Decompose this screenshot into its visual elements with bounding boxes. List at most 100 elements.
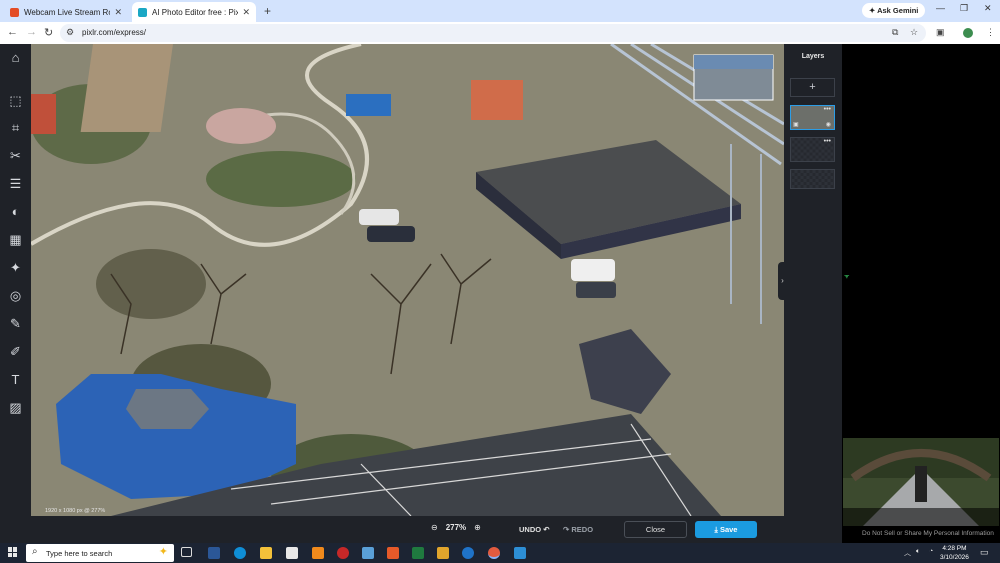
save-icon: ⤓ (714, 525, 718, 534)
red-app-icon[interactable] (337, 547, 349, 559)
crop-tool-icon[interactable]: ⌗ (6, 118, 25, 137)
site-info-icon[interactable]: ⚙ (66, 27, 74, 38)
word-app-icon[interactable] (208, 547, 220, 559)
network-icon[interactable]: ◔ (929, 548, 933, 555)
tool-sidebar: ⌂ ⬚ ⌗ ✂ ☰ ◐ ▦ ✦ ◎ ✎ ✐ T ▨ (0, 44, 31, 543)
vlc-app-icon[interactable] (312, 547, 324, 559)
zoom-out-icon[interactable]: ⊖ (431, 523, 438, 532)
cutout-tool-icon[interactable]: ✂ (6, 146, 25, 165)
browser-tab-strip: Webcam Live Stream Roller Coa ✕ AI Photo… (0, 0, 1000, 22)
layers-title: Layers (801, 53, 825, 60)
back-icon[interactable]: ← (7, 26, 18, 38)
draw-tool-icon[interactable]: ✎ (6, 314, 25, 333)
volume-icon[interactable]: 🔈︎ (916, 548, 920, 556)
chrome-app-icon[interactable] (488, 547, 500, 559)
minimize-button[interactable]: — (936, 3, 945, 13)
file-explorer-icon[interactable] (260, 547, 272, 559)
layer-item[interactable]: ▣ ••• ◉ (790, 105, 835, 130)
close-window-button[interactable]: ✕ (984, 3, 992, 14)
ask-gemini-label: Ask Gemini (877, 6, 919, 15)
effect-tool-icon[interactable]: ▦ (6, 230, 25, 249)
layers-panel: Layers + ▣ ••• ◉ ••• (784, 44, 842, 516)
add-layer-button[interactable]: + (790, 78, 835, 97)
app-icon[interactable] (387, 547, 399, 559)
redo-button[interactable]: ↷ REDO (563, 525, 593, 534)
editor-canvas[interactable]: 1920 x 1080 px @ 277% (31, 44, 784, 516)
adjust-tool-icon[interactable]: ☰ (6, 174, 25, 193)
zoom-in-icon[interactable]: ⊕ (474, 523, 481, 532)
zoom-level: 277% (445, 523, 467, 532)
arrange-tool-icon[interactable]: ⬚ (6, 91, 25, 110)
close-tab-icon[interactable]: ✕ (114, 7, 122, 18)
undo-icon: ↶ (543, 525, 550, 534)
undo-button[interactable]: UNDO ↶ (519, 525, 549, 534)
webcam-photo (31, 44, 784, 516)
loading-indicator-icon: ᯤ (844, 274, 850, 280)
tray-chevron-icon[interactable]: ︿ (904, 548, 911, 558)
edge-app-icon[interactable] (234, 547, 246, 559)
redo-icon: ↷ (563, 525, 570, 534)
undo-label: UNDO (519, 525, 542, 534)
image-layer-icon: ▣ (793, 122, 799, 128)
forward-icon[interactable]: → (26, 26, 37, 38)
text-tool-icon[interactable]: T (6, 370, 25, 389)
webcam-favicon-icon (10, 7, 19, 17)
elements-tool-icon[interactable]: ▨ (6, 398, 25, 417)
install-app-icon[interactable]: ⧉ (892, 27, 898, 38)
media-app-icon[interactable] (437, 547, 449, 559)
app-icon[interactable] (514, 547, 526, 559)
excel-app-icon[interactable] (412, 547, 424, 559)
store-app-icon[interactable] (286, 547, 298, 559)
layer-item[interactable]: ••• (790, 137, 835, 162)
reload-icon[interactable]: ↻ (44, 26, 53, 39)
new-tab-button[interactable]: + (264, 2, 271, 22)
brush-tool-icon[interactable]: ✐ (6, 342, 25, 361)
home-icon[interactable]: ⌂ (6, 48, 25, 67)
browser-menu-icon[interactable]: ⋮ (986, 27, 995, 38)
ie-app-icon[interactable] (462, 547, 474, 559)
zoom-control: ⊖ 277% ⊕ (431, 523, 481, 532)
redo-label: REDO (571, 525, 594, 534)
save-button[interactable]: ⤓ Save (695, 521, 757, 538)
ask-gemini-button[interactable]: ✦ Ask Gemini (862, 3, 926, 18)
side-panel-icon[interactable]: ▣ (936, 27, 945, 38)
address-bar[interactable]: ⚙ pixlr.com/express/ ⧉ ☆ (60, 24, 926, 42)
video-ad[interactable] (843, 438, 999, 526)
windows-taskbar: ⌕ Type here to search ✦ ︿ 🔈︎ ◔ 4:28 PM 3… (0, 543, 1000, 563)
layer-menu-icon[interactable]: ••• (824, 106, 831, 113)
filter-tool-icon[interactable]: ◐ (6, 202, 25, 221)
close-tab-icon[interactable]: ✕ (242, 7, 250, 18)
layer-item[interactable] (790, 169, 835, 189)
restore-button[interactable]: ❐ (960, 3, 968, 14)
copilot-sparkle-icon: ✦ (158, 546, 168, 558)
system-clock[interactable]: 4:28 PM 3/10/2026 (940, 544, 969, 562)
taskbar-search-box[interactable]: ⌕ Type here to search ✦ (26, 544, 174, 562)
image-size-zoom-info: 1920 x 1080 px @ 277% (45, 508, 106, 514)
retouch-tool-icon[interactable]: ✦ (6, 258, 25, 277)
start-windows-icon[interactable] (8, 547, 18, 557)
notifications-icon[interactable]: ▭ (980, 547, 989, 558)
tab-title: AI Photo Editor free : Pixlr Expre (152, 7, 239, 17)
tab-title: Webcam Live Stream Roller Coa (24, 7, 110, 17)
browser-toolbar: ← → ↻ ⚙ pixlr.com/express/ ⧉ ☆ ▣ ⋮ (0, 22, 1000, 44)
visibility-eye-icon[interactable]: ◉ (826, 121, 831, 128)
search-placeholder: Type here to search (46, 549, 113, 558)
url-text: pixlr.com/express/ (82, 28, 147, 37)
clock-time: 4:28 PM (942, 545, 967, 552)
liquify-tool-icon[interactable]: ◎ (6, 286, 25, 305)
task-view-icon[interactable] (181, 547, 192, 557)
browser-tab-pixlr[interactable]: AI Photo Editor free : Pixlr Expre ✕ (132, 2, 256, 22)
do-not-sell-link[interactable]: Do Not Sell or Share My Personal Informa… (862, 530, 994, 537)
profile-avatar[interactable] (963, 28, 973, 38)
video-ad-frame (843, 438, 999, 526)
search-icon: ⌕ (32, 546, 38, 557)
clock-date: 3/10/2026 (940, 554, 969, 561)
close-button[interactable]: Close (624, 521, 687, 538)
pixlr-favicon-icon (138, 7, 147, 17)
app-icon[interactable] (362, 547, 374, 559)
layer-menu-icon[interactable]: ••• (824, 138, 831, 145)
save-label: Save (719, 525, 738, 534)
browser-tab-webcam[interactable]: Webcam Live Stream Roller Coa ✕ (4, 2, 128, 22)
editor-bottom-bar: ⊖ 277% ⊕ UNDO ↶ ↷ REDO Close ⤓ Save (31, 516, 842, 543)
bookmark-star-icon[interactable]: ☆ (910, 27, 918, 38)
